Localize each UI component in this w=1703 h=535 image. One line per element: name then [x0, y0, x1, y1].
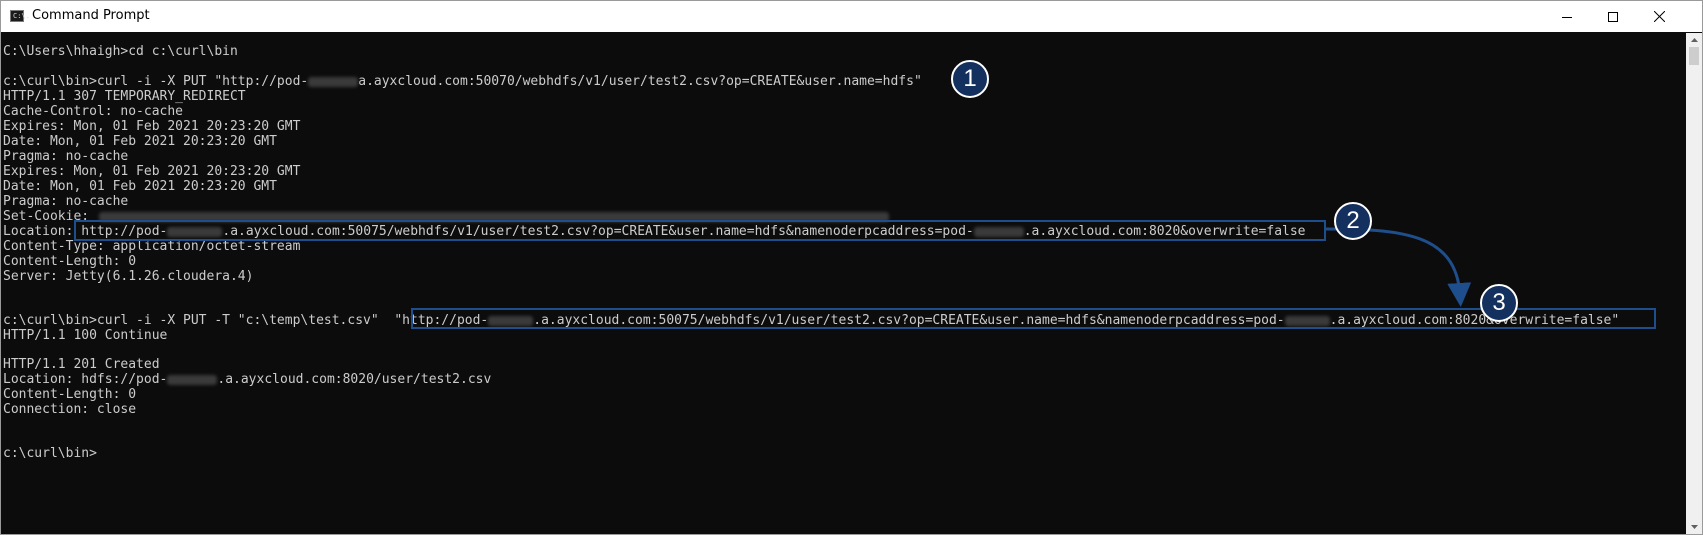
- maximize-icon: [1608, 11, 1618, 22]
- window-title: Command Prompt: [32, 8, 150, 23]
- close-icon: [1653, 11, 1665, 22]
- scrollbar-thumb[interactable]: [1689, 47, 1699, 65]
- cmd-icon: C:\.: [10, 10, 30, 22]
- maximize-button[interactable]: [1590, 1, 1636, 32]
- close-button[interactable]: [1636, 1, 1682, 32]
- minimize-button[interactable]: [1544, 1, 1590, 32]
- annotation-badge-3: 3: [1480, 284, 1518, 322]
- title-bar[interactable]: C:\. Command Prompt: [1, 1, 1702, 32]
- scroll-up-button[interactable]: [1686, 33, 1702, 47]
- chevron-down-icon: [1690, 525, 1698, 529]
- annotation-badge-1: 1: [951, 60, 989, 98]
- chevron-up-icon: [1690, 38, 1698, 42]
- console-output[interactable]: C:\Users\hhaigh>cd c:\curl\bin c:\curl\b…: [1, 33, 1686, 534]
- redirect-arrow-icon: [1325, 227, 1472, 307]
- command-prompt-window: C:\. Command Prompt C:\Users\hhaigh>cd c…: [0, 0, 1703, 535]
- annotation-badge-2: 2: [1334, 202, 1372, 240]
- minimize-icon: [1562, 16, 1572, 18]
- vertical-scrollbar[interactable]: [1686, 33, 1702, 534]
- scroll-down-button[interactable]: [1686, 520, 1702, 534]
